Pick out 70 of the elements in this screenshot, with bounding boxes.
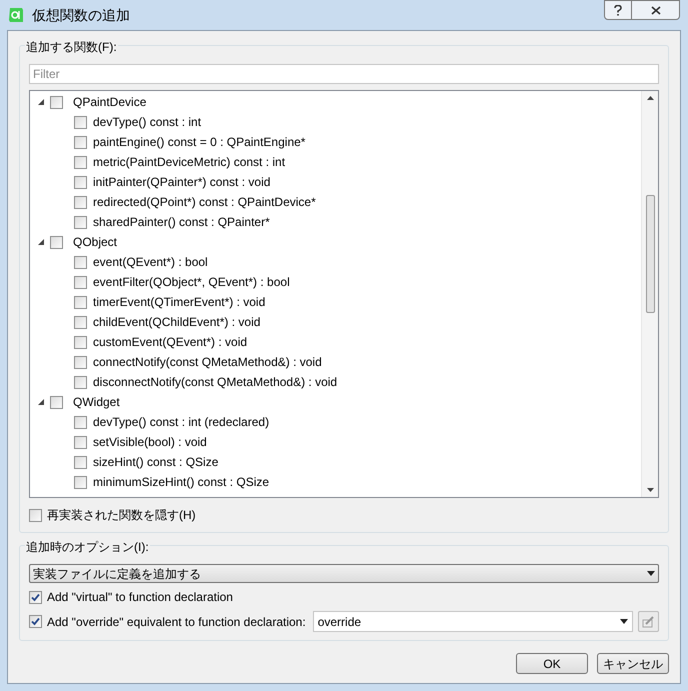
function-label[interactable]: customEvent(QEvent*) : void xyxy=(93,333,248,351)
checkbox[interactable] xyxy=(74,336,87,348)
scroll-down-icon[interactable] xyxy=(646,488,654,492)
dropdown-caret-icon xyxy=(620,619,628,624)
checkbox[interactable] xyxy=(74,436,87,448)
pencil-icon xyxy=(642,615,655,628)
checkbox[interactable] xyxy=(50,96,63,108)
scrollbar[interactable] xyxy=(641,91,658,497)
checkbox[interactable] xyxy=(29,508,42,522)
window-title: 仮想関数の追加 xyxy=(32,6,130,24)
function-label[interactable]: setVisible(bool) : void xyxy=(93,433,207,451)
checkbox[interactable] xyxy=(29,615,42,628)
scroll-up-icon[interactable] xyxy=(646,96,654,100)
scroll-thumb[interactable] xyxy=(646,195,654,313)
checkbox[interactable] xyxy=(74,216,87,228)
checkbox[interactable] xyxy=(74,456,87,468)
function-label[interactable]: sizeHint() const : QSize xyxy=(93,453,218,471)
checkbox[interactable] xyxy=(74,176,87,188)
function-label[interactable]: childEvent(QChildEvent*) : void xyxy=(93,313,260,331)
expanded-arrow-icon[interactable] xyxy=(38,399,44,405)
function-label[interactable]: metric(PaintDeviceMetric) const : int xyxy=(93,153,286,171)
function-label[interactable]: devType() const : int (redeclared) xyxy=(93,413,270,431)
checkbox[interactable] xyxy=(74,256,87,268)
class-label[interactable]: QPaintDevice xyxy=(73,93,146,111)
function-label[interactable]: redirected(QPoint*) const : QPaintDevice* xyxy=(93,193,316,211)
checkbox[interactable] xyxy=(50,396,63,408)
close-button[interactable] xyxy=(632,0,680,20)
function-label[interactable]: initPainter(QPainter*) const : void xyxy=(93,173,270,191)
filter-field[interactable]: Filter xyxy=(29,64,659,84)
dialog-button[interactable]: OK xyxy=(516,653,588,674)
function-label[interactable]: timerEvent(QTimerEvent*) : void xyxy=(93,293,266,311)
checkbox[interactable] xyxy=(74,296,87,308)
edit-button[interactable] xyxy=(638,611,659,632)
checkbox[interactable] xyxy=(74,416,87,428)
function-label[interactable]: paintEngine() const = 0 : QPaintEngine* xyxy=(93,133,306,151)
function-label[interactable]: devType() const : int xyxy=(93,113,202,131)
checkbox[interactable] xyxy=(74,376,87,388)
checkbox[interactable] xyxy=(74,356,87,368)
function-label[interactable]: eventFilter(QObject*, QEvent*) : bool xyxy=(93,273,290,291)
help-icon xyxy=(614,4,622,16)
insertion-dropdown[interactable]: 実装ファイルに定義を追加する xyxy=(29,564,659,583)
checkbox[interactable] xyxy=(74,156,87,168)
app-logo-icon xyxy=(8,7,24,23)
checkbox-label[interactable]: Add "override" equivalent to function declaration: xyxy=(47,612,306,630)
class-label[interactable]: QWidget xyxy=(73,393,120,411)
group-label: 追加時のオプション(I): xyxy=(25,538,150,556)
checkbox[interactable] xyxy=(74,196,87,208)
function-label[interactable]: minimumSizeHint() const : QSize xyxy=(93,473,270,491)
override-combo[interactable]: override xyxy=(312,611,633,632)
class-label[interactable]: QObject xyxy=(73,233,118,251)
checkbox[interactable] xyxy=(29,590,42,604)
checkbox[interactable] xyxy=(74,476,87,488)
function-label[interactable]: sharedPainter() const : QPainter* xyxy=(93,213,270,231)
checkbox-label[interactable]: Add "virtual" to function declaration xyxy=(47,588,233,606)
function-label[interactable]: disconnectNotify(const QMetaMethod&) : void xyxy=(93,373,338,391)
dialog-button[interactable]: キャンセル xyxy=(597,653,669,674)
group-label: 追加する関数(F): xyxy=(25,38,118,56)
function-label[interactable]: connectNotify(const QMetaMethod&) : void xyxy=(93,353,322,371)
expanded-arrow-icon[interactable] xyxy=(38,239,44,245)
help-button[interactable] xyxy=(604,0,632,20)
checkbox[interactable] xyxy=(74,116,87,128)
checkbox[interactable] xyxy=(50,236,63,248)
function-label[interactable]: event(QEvent*) : bool xyxy=(93,253,208,271)
expanded-arrow-icon[interactable] xyxy=(38,99,44,105)
checkbox-label[interactable]: 再実装された関数を隠す(H) xyxy=(47,506,196,524)
dropdown-caret-icon xyxy=(647,571,655,576)
checkbox[interactable] xyxy=(74,136,87,148)
checkbox[interactable] xyxy=(74,276,87,288)
close-icon xyxy=(650,6,660,14)
checkbox[interactable] xyxy=(74,316,87,328)
